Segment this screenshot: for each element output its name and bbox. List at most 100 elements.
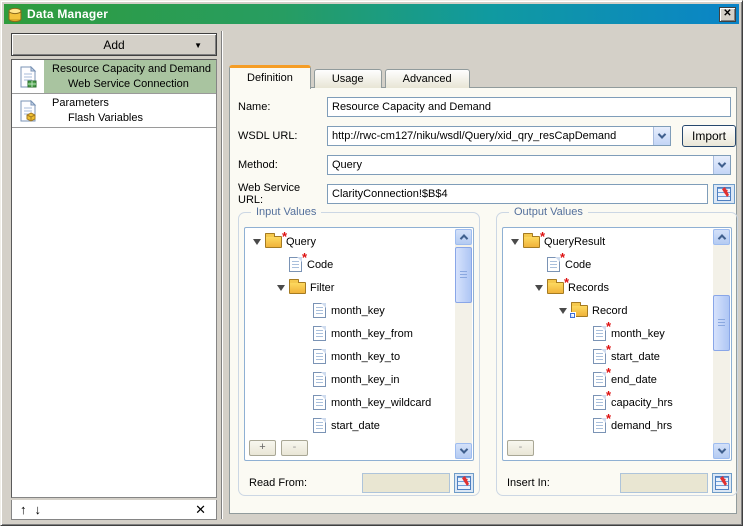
- output-values-group: Output Values * QueryResult * Code: [496, 212, 738, 496]
- add-node-button[interactable]: +: [249, 440, 276, 456]
- insert-in-input[interactable]: [620, 473, 708, 493]
- close-button[interactable]: ✕: [719, 7, 736, 22]
- document-icon: *: [547, 257, 560, 272]
- item-title: Resource Capacity and Demand: [44, 62, 216, 77]
- title-bar: Data Manager ✕: [4, 4, 739, 24]
- scroll-up-button[interactable]: [455, 229, 472, 245]
- chevron-down-icon: [459, 445, 467, 453]
- move-down-icon[interactable]: ↓: [35, 502, 42, 517]
- tree-item[interactable]: month_key_from: [245, 322, 454, 345]
- remove-node-button[interactable]: -: [507, 440, 534, 456]
- method-combobox[interactable]: Query: [327, 155, 731, 175]
- cell-picker-button[interactable]: [713, 184, 735, 204]
- scrollbar[interactable]: [455, 229, 472, 459]
- name-label: Name:: [238, 101, 327, 113]
- tab-definition[interactable]: Definition: [229, 65, 311, 89]
- chevron-down-icon: [718, 159, 726, 167]
- document-icon: *: [593, 326, 606, 341]
- input-values-title: Input Values: [251, 206, 321, 218]
- add-button-label: Add: [103, 38, 124, 52]
- wsdl-url-combobox[interactable]: http://rwc-cm127/niku/wsdl/Query/xid_qry…: [327, 126, 671, 146]
- tree-item[interactable]: * QueryResult: [503, 230, 712, 253]
- folder-icon: *: [547, 282, 564, 294]
- name-input[interactable]: [327, 97, 731, 117]
- required-asterisk-icon: *: [606, 319, 611, 334]
- required-asterisk-icon: *: [606, 365, 611, 380]
- tree-item[interactable]: * demand_hrs: [503, 414, 712, 437]
- scroll-up-button[interactable]: [713, 229, 730, 245]
- tree-item[interactable]: month_key_in: [245, 368, 454, 391]
- import-button[interactable]: Import: [682, 125, 736, 147]
- tab-usage[interactable]: Usage: [314, 69, 382, 88]
- cell-reference-icon: [457, 476, 471, 490]
- document-icon: [313, 349, 326, 364]
- required-asterisk-icon: *: [302, 250, 307, 265]
- scrollbar[interactable]: [713, 229, 730, 459]
- scroll-down-button[interactable]: [455, 443, 472, 459]
- close-icon: ✕: [723, 9, 731, 19]
- wsdl-url-label: WSDL URL:: [238, 130, 327, 142]
- document-icon: [313, 303, 326, 318]
- shortcut-arrow-icon: [569, 312, 576, 319]
- wsdl-dropdown-button[interactable]: [653, 127, 670, 145]
- collapse-triangle-icon[interactable]: [511, 239, 519, 245]
- collapse-triangle-icon[interactable]: [277, 285, 285, 291]
- output-values-tree: * QueryResult * Code * Records: [502, 227, 732, 461]
- scrollbar-thumb[interactable]: [713, 295, 730, 351]
- tab-advanced[interactable]: Advanced: [385, 69, 470, 88]
- item-title: Parameters: [44, 96, 216, 111]
- tree-item[interactable]: * Code: [503, 253, 712, 276]
- wsdl-url-value: http://rwc-cm127/niku/wsdl/Query/xid_qry…: [328, 130, 653, 142]
- required-asterisk-icon: *: [540, 229, 545, 244]
- scroll-down-button[interactable]: [713, 443, 730, 459]
- tree-item[interactable]: month_key_to: [245, 345, 454, 368]
- move-up-icon[interactable]: ↑: [20, 502, 27, 517]
- chevron-down-icon: ▼: [194, 41, 202, 50]
- document-icon: [313, 372, 326, 387]
- item-subtitle: Web Service Connection: [44, 77, 216, 92]
- cell-picker-button[interactable]: [712, 473, 732, 493]
- remove-node-button[interactable]: -: [281, 440, 308, 456]
- tree-item[interactable]: * Code: [245, 253, 454, 276]
- list-item-parameters[interactable]: Parameters Flash Variables: [12, 94, 216, 128]
- tree-item[interactable]: month_key: [245, 299, 454, 322]
- database-icon: [7, 7, 23, 22]
- input-values-group: Input Values * Query * Code: [238, 212, 480, 496]
- flash-parameters-doc-icon: [19, 100, 37, 122]
- document-icon: [313, 418, 326, 433]
- required-asterisk-icon: *: [606, 411, 611, 426]
- read-from-input[interactable]: [362, 473, 450, 493]
- insert-in-label: Insert In:: [502, 477, 620, 489]
- chevron-up-icon: [459, 234, 467, 242]
- collapse-triangle-icon[interactable]: [559, 308, 567, 314]
- folder-icon: [571, 305, 588, 317]
- document-icon: *: [593, 418, 606, 433]
- required-asterisk-icon: *: [606, 342, 611, 357]
- window-title: Data Manager: [27, 7, 108, 21]
- folder-icon: [289, 282, 306, 294]
- required-asterisk-icon: *: [282, 229, 287, 244]
- method-value: Query: [328, 159, 713, 171]
- tree-item[interactable]: month_key_wildcard: [245, 391, 454, 414]
- tree-item[interactable]: Filter: [245, 276, 454, 299]
- required-asterisk-icon: *: [564, 275, 569, 290]
- web-service-url-input[interactable]: [327, 184, 708, 204]
- tree-item[interactable]: * Records: [503, 276, 712, 299]
- delete-icon[interactable]: ✕: [195, 502, 206, 518]
- cell-picker-button[interactable]: [454, 473, 474, 493]
- required-asterisk-icon: *: [560, 250, 565, 265]
- tree-item[interactable]: start_date: [245, 414, 454, 437]
- scrollbar-thumb[interactable]: [455, 247, 472, 303]
- list-item-resource-capacity[interactable]: Resource Capacity and Demand Web Service…: [12, 60, 216, 94]
- document-icon: *: [593, 395, 606, 410]
- collapse-triangle-icon[interactable]: [535, 285, 543, 291]
- collapse-triangle-icon[interactable]: [253, 239, 261, 245]
- tree-item[interactable]: * Query: [245, 230, 454, 253]
- chevron-up-icon: [717, 234, 725, 242]
- method-dropdown-button[interactable]: [713, 156, 730, 174]
- definition-tab-page: Name: WSDL URL: http://rwc-cm127/niku/ws…: [229, 87, 737, 514]
- read-from-label: Read From:: [244, 477, 362, 489]
- document-icon: *: [289, 257, 302, 272]
- add-button[interactable]: Add ▼: [11, 33, 217, 56]
- data-source-list: Resource Capacity and Demand Web Service…: [11, 59, 217, 498]
